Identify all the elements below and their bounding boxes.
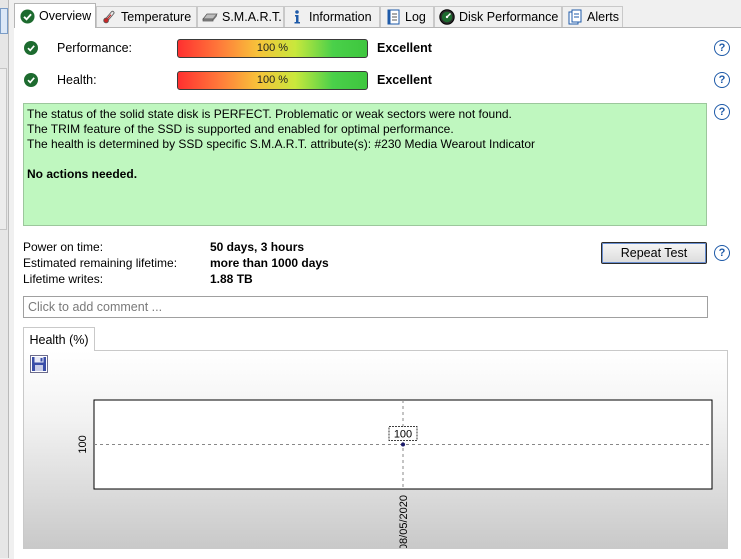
alert-document-icon [567, 9, 583, 25]
info-icon [289, 9, 305, 25]
tab-health-percent[interactable]: Health (%) [23, 327, 95, 351]
y-tick-label: 100 [77, 435, 89, 453]
performance-row: Performance: 100 % Excellent [24, 38, 724, 58]
tab-information[interactable]: Information [284, 6, 380, 27]
health-percent: 100 % [256, 74, 289, 86]
performance-label: Performance: [57, 41, 133, 55]
tab-alerts[interactable]: Alerts [562, 6, 623, 27]
message-line-3: The health is determined by SSD specific… [27, 137, 536, 151]
performance-percent: 100 % [256, 42, 289, 54]
health-help-icon[interactable]: ? [714, 72, 730, 88]
tab-disk-performance[interactable]: Disk Performance [434, 6, 562, 27]
tab-label: Information [309, 10, 372, 24]
comment-input[interactable] [23, 296, 708, 318]
status-message-box: The status of the solid state disk is PE… [23, 103, 707, 226]
power-on-label: Power on time: [23, 240, 104, 254]
message-help-icon[interactable]: ? [714, 104, 730, 120]
tab-label: Disk Performance [459, 10, 559, 24]
tab-temperature[interactable]: Temperature [96, 6, 197, 27]
message-line-1: The status of the solid state disk is PE… [27, 107, 512, 121]
health-row: Health: 100 % Excellent [24, 70, 724, 90]
repeat-test-button[interactable]: Repeat Test [601, 242, 707, 264]
data-label: 100 [394, 429, 412, 441]
data-point [401, 442, 405, 447]
health-chart-area: 100 08/05/2020 100 [23, 350, 728, 549]
lifetime-value: more than 1000 days [210, 256, 329, 270]
tab-label: Alerts [587, 10, 619, 24]
tab-label: Overview [39, 9, 92, 23]
message-line-2: The TRIM feature of the SSD is supported… [27, 122, 454, 136]
health-bar: 100 % [177, 70, 368, 90]
x-tick-label: 08/05/2020 [398, 495, 410, 548]
log-document-icon [385, 9, 401, 25]
tab-smart[interactable]: S.M.A.R.T. [197, 6, 284, 27]
tab-log[interactable]: Log [380, 6, 434, 27]
lifetime-writes-value: 1.88 TB [210, 272, 253, 286]
tab-bar: Overview Temperature S.M.A.R.T. Informat… [14, 0, 741, 28]
power-on-value: 50 days, 3 hours [210, 240, 305, 254]
tab-label: S.M.A.R.T. [222, 10, 282, 24]
overview-panel: Performance: 100 % Excellent ? Health: 1… [14, 27, 741, 559]
health-rating: Excellent [377, 73, 432, 87]
performance-rating: Excellent [377, 41, 432, 55]
left-panel-edge [0, 0, 9, 558]
performance-bar: 100 % [177, 38, 368, 58]
left-panel-scroll[interactable] [0, 68, 7, 230]
left-panel-nub[interactable] [0, 8, 8, 34]
lifetime-writes-label: Lifetime writes: [23, 272, 104, 286]
health-chart: 100 08/05/2020 100 [77, 399, 713, 548]
check-circle-icon [19, 8, 35, 24]
performance-check-icon [24, 41, 38, 55]
repeat-test-help-icon[interactable]: ? [714, 245, 730, 261]
performance-help-icon[interactable]: ? [714, 40, 730, 56]
disk-drive-icon [202, 9, 218, 25]
health-label: Health: [57, 73, 97, 87]
health-check-icon [24, 73, 38, 87]
gauge-icon [439, 9, 455, 25]
lifetime-label: Estimated remaining lifetime: [23, 256, 178, 270]
chart-tab-label: Health (%) [29, 332, 89, 347]
tab-overview[interactable]: Overview [14, 3, 96, 28]
thermometer-icon [101, 9, 117, 25]
tab-label: Log [405, 10, 426, 24]
message-action: No actions needed. [27, 167, 138, 181]
tab-label: Temperature [121, 10, 192, 24]
